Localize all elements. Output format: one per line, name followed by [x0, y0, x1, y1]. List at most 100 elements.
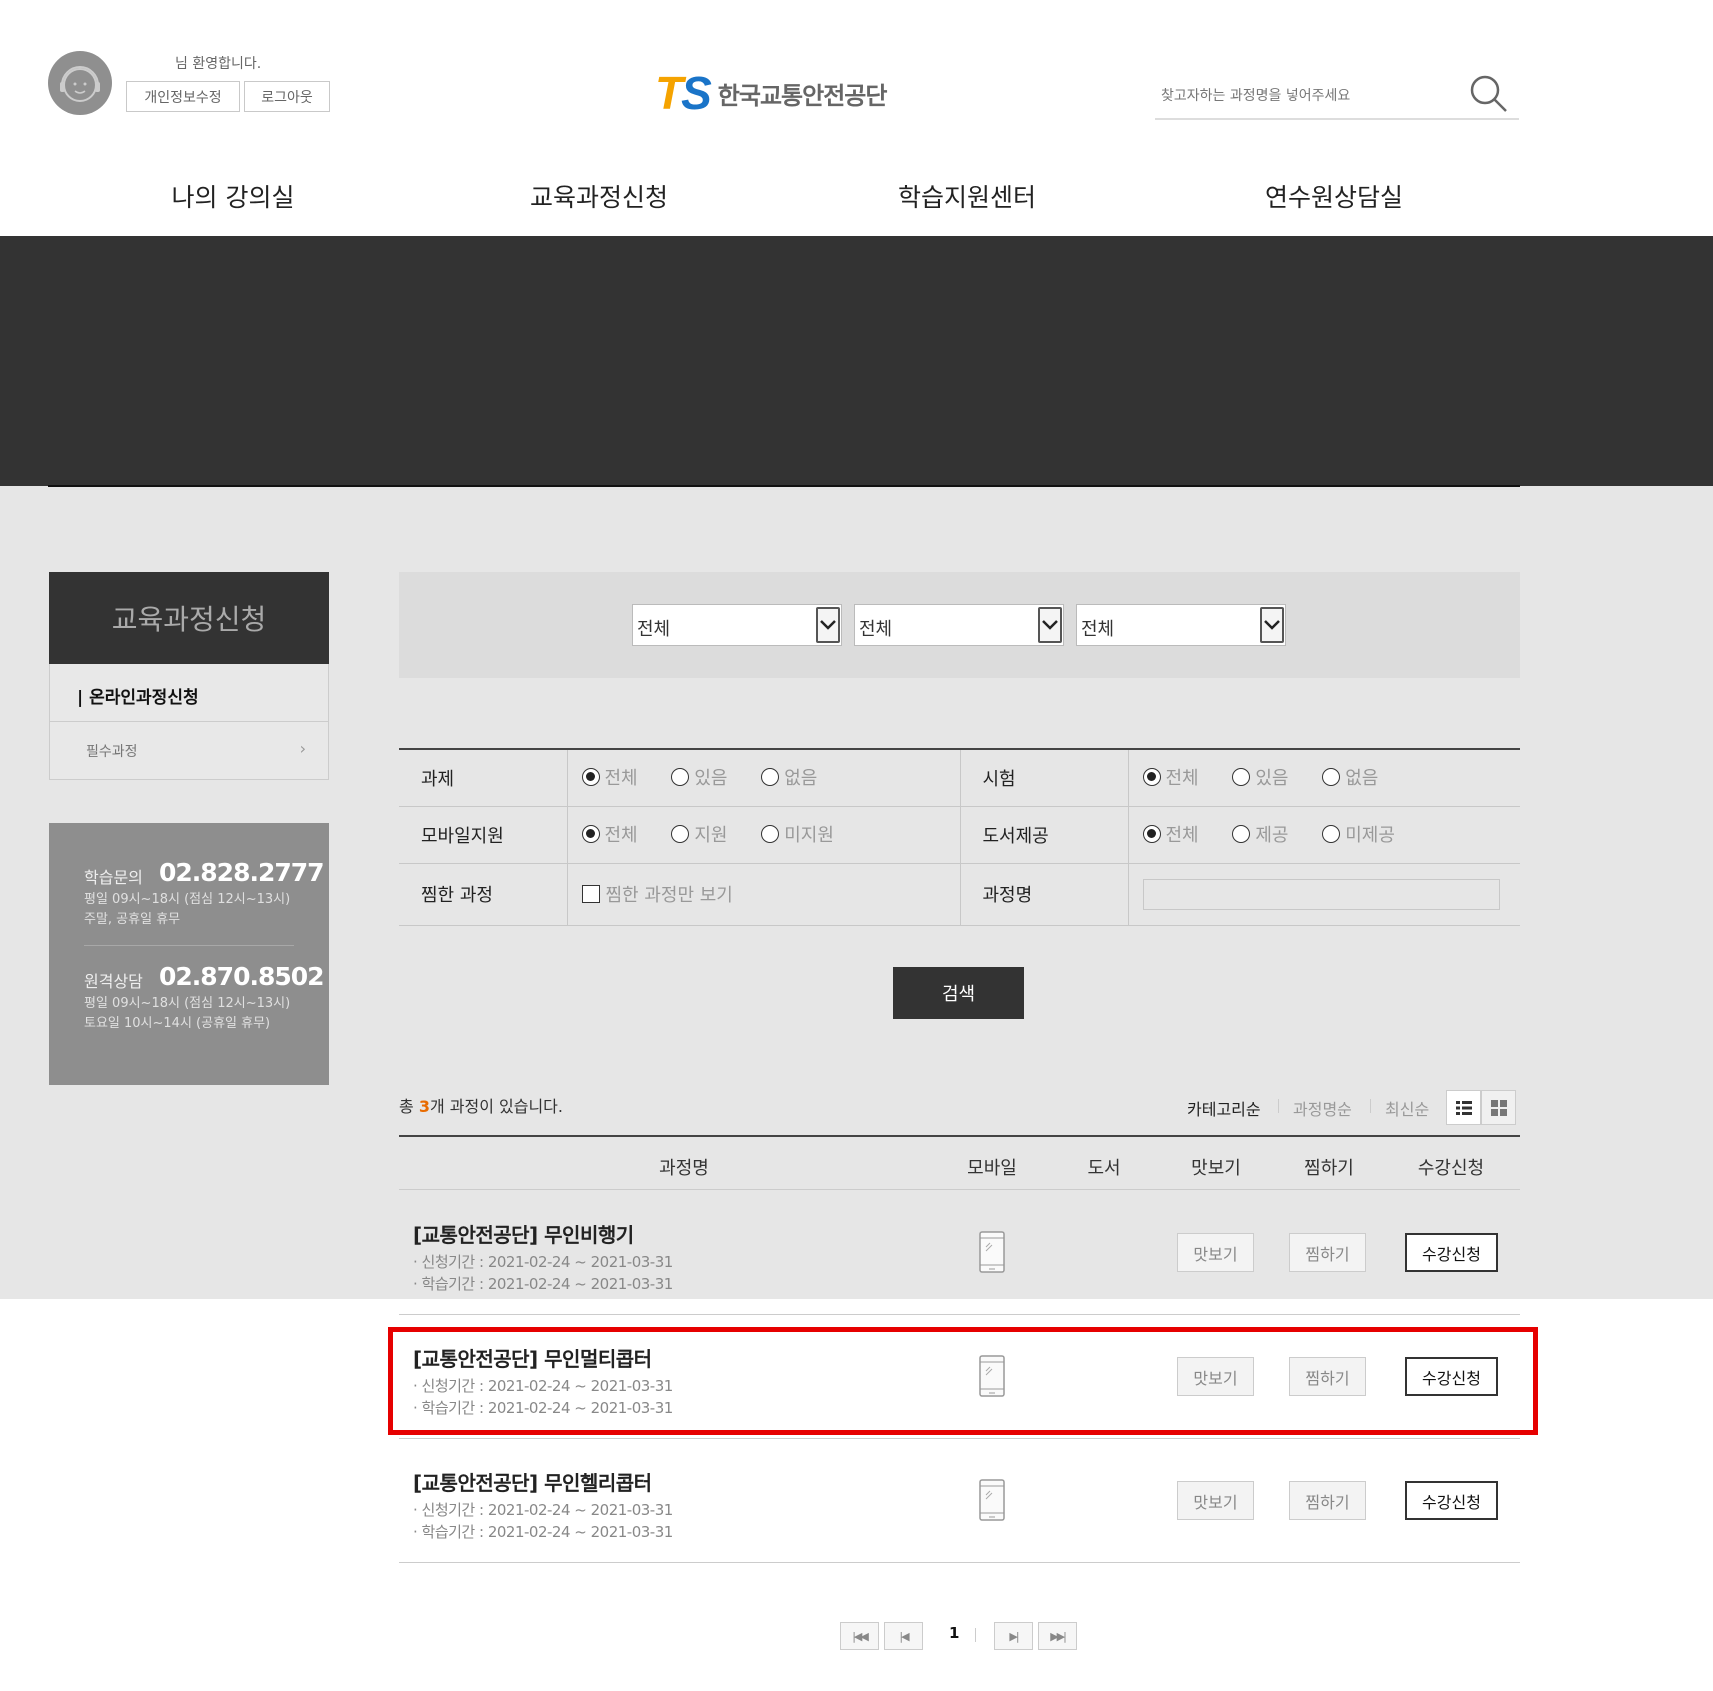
grid-view-icon: [1490, 1099, 1507, 1116]
course-search[interactable]: 찾고자하는 과정명을 넣어주세요: [1155, 68, 1519, 120]
search-options-table: 과제 전체 있음 없음 시험 전체 있음 없음 모바일지원 전체 지원 미지원 …: [399, 748, 1520, 926]
last-page-button[interactable]: ▶▶|: [1038, 1622, 1077, 1650]
contact-box: 학습문의 02.828.2777 평일 09시~18시 (점심 12시~13시)…: [49, 823, 329, 1085]
nav-learning-support[interactable]: 학습지원센터: [837, 178, 1097, 214]
sort-by-latest[interactable]: 최신순: [1385, 1096, 1429, 1120]
welcome-text: 님 환영합니다.: [175, 56, 262, 72]
label-book: 도서제공: [960, 806, 1129, 864]
highlight-box: [388, 1327, 1538, 1435]
label-wishlist: 찜한 과정: [399, 863, 568, 926]
prev-page-button[interactable]: |◀: [884, 1622, 923, 1650]
wishlist-only-checkbox[interactable]: 찜한 과정만 보기: [581, 881, 733, 907]
contact-number-study: 02.828.2777: [159, 858, 325, 887]
total-count-text: 총 3개 과정이 있습니다.: [399, 1097, 563, 1116]
radio-exam-yes[interactable]: 있음: [1232, 764, 1288, 790]
sort-by-name[interactable]: 과정명순: [1293, 1096, 1352, 1120]
contact-note: 주말, 공휴일 휴무: [84, 912, 181, 927]
col-wishlist: 찜하기: [1304, 1158, 1354, 1179]
logo-mark-s: S: [681, 67, 712, 119]
category-select-1[interactable]: 전체: [632, 604, 842, 646]
current-page[interactable]: 1: [949, 1624, 959, 1642]
radio-exam-all[interactable]: 전체: [1142, 764, 1199, 790]
contact-divider: [84, 945, 294, 946]
list-view-button[interactable]: [1446, 1090, 1481, 1125]
col-book: 도서: [1087, 1158, 1121, 1179]
course-row: [교통안전공단] 무인비행기 · 신청기간 : 2021-02-24 ~ 202…: [399, 1191, 1520, 1315]
book-options: 전체 제공 미제공: [1128, 806, 1520, 864]
site-logo[interactable]: TS 한국교통안전공단: [655, 67, 887, 119]
contact-note: 평일 09시~18시 (점심 12시~13시): [84, 892, 291, 907]
label-course-name: 과정명: [960, 863, 1129, 926]
wishlist-button[interactable]: 찜하기: [1289, 1233, 1366, 1272]
radio-mobile-no[interactable]: 미지원: [761, 821, 834, 847]
edit-profile-button[interactable]: 개인정보수정: [126, 81, 240, 112]
logout-button[interactable]: 로그아웃: [244, 81, 330, 112]
col-preview: 맛보기: [1191, 1158, 1241, 1179]
chevron-down-icon[interactable]: [1260, 607, 1284, 643]
mobile-options: 전체 지원 미지원: [567, 806, 961, 864]
sidebar-title: 교육과정신청: [49, 572, 329, 664]
nav-my-classroom[interactable]: 나의 강의실: [103, 178, 363, 214]
course-title[interactable]: [교통안전공단] 무인비행기: [413, 1219, 634, 1248]
radio-mobile-yes[interactable]: 지원: [671, 821, 727, 847]
label-mobile-support: 모바일지원: [399, 806, 568, 864]
contact-label-study: 학습문의: [84, 868, 143, 887]
nav-consulting[interactable]: 연수원상담실: [1204, 178, 1464, 214]
label-assignment: 과제: [399, 749, 568, 807]
mobile-icon: [979, 1231, 1005, 1273]
radio-book-all[interactable]: 전체: [1142, 821, 1199, 847]
category-select-3[interactable]: 전체: [1076, 604, 1286, 646]
course-name-cell: [1128, 863, 1520, 926]
radio-book-no[interactable]: 미제공: [1322, 821, 1395, 847]
course-row: [교통안전공단] 무인헬리콥터 · 신청기간 : 2021-02-24 ~ 20…: [399, 1439, 1520, 1563]
contact-number-remote: 02.870.8502: [159, 962, 325, 991]
page-divider: [975, 1628, 976, 1642]
course-title[interactable]: [교통안전공단] 무인헬리콥터: [413, 1467, 652, 1496]
preview-button[interactable]: 맛보기: [1177, 1481, 1254, 1520]
radio-assignment-no[interactable]: 없음: [761, 764, 817, 790]
select-value: 전체: [1081, 619, 1115, 640]
sidebar-item-required-course[interactable]: 필수과정 ›: [50, 722, 328, 778]
sort-by-category[interactable]: 카테고리순: [1187, 1096, 1261, 1120]
nav-course-apply[interactable]: 교육과정신청: [469, 178, 729, 214]
wishlist-button[interactable]: 찜하기: [1289, 1481, 1366, 1520]
exam-options: 전체 있음 없음: [1128, 749, 1520, 807]
radio-mobile-all[interactable]: 전체: [581, 821, 638, 847]
assignment-options: 전체 있음 없음: [567, 749, 961, 807]
radio-book-yes[interactable]: 제공: [1232, 821, 1288, 847]
search-icon[interactable]: [1469, 74, 1509, 114]
contact-note: 토요일 10시~14시 (공휴일 휴무): [84, 1016, 271, 1031]
search-button[interactable]: 검색: [893, 967, 1024, 1019]
logo-mark-t: T: [655, 67, 683, 119]
enroll-button[interactable]: 수강신청: [1405, 1481, 1498, 1520]
category-select-2[interactable]: 전체: [854, 604, 1064, 646]
course-name-input[interactable]: [1142, 878, 1500, 910]
grid-view-button[interactable]: [1481, 1090, 1516, 1125]
chevron-down-icon[interactable]: [816, 607, 840, 643]
next-page-button[interactable]: ▶|: [994, 1622, 1033, 1650]
preview-button[interactable]: 맛보기: [1177, 1233, 1254, 1272]
contact-note: 평일 09시~18시 (점심 12시~13시): [84, 996, 291, 1011]
user-avatar: [48, 51, 112, 115]
list-view-icon: [1455, 1100, 1472, 1115]
radio-assignment-yes[interactable]: 있음: [671, 764, 727, 790]
apply-period: · 신청기간 : 2021-02-24 ~ 2021-03-31: [413, 1253, 673, 1271]
col-course-name: 과정명: [659, 1158, 709, 1179]
radio-assignment-all[interactable]: 전체: [581, 764, 638, 790]
chevron-down-icon[interactable]: [1038, 607, 1062, 643]
first-page-button[interactable]: |◀◀: [840, 1622, 879, 1650]
label-exam: 시험: [960, 749, 1129, 807]
radio-exam-no[interactable]: 없음: [1322, 764, 1378, 790]
total-count: 3: [418, 1097, 430, 1116]
sort-divider: [1278, 1099, 1279, 1113]
study-period: · 학습기간 : 2021-02-24 ~ 2021-03-31: [413, 1275, 673, 1293]
sidebar-item-online-course[interactable]: | 온라인과정신청: [50, 664, 328, 722]
select-value: 전체: [859, 619, 893, 640]
banner-divider: [48, 485, 1520, 487]
wishlist-option: 찜한 과정만 보기: [567, 863, 961, 926]
mobile-icon: [979, 1479, 1005, 1521]
enroll-button[interactable]: 수강신청: [1405, 1233, 1498, 1272]
col-mobile: 모바일: [967, 1158, 1017, 1179]
contact-label-remote: 원격상담: [84, 972, 143, 991]
search-input[interactable]: 찾고자하는 과정명을 넣어주세요: [1161, 85, 1350, 105]
